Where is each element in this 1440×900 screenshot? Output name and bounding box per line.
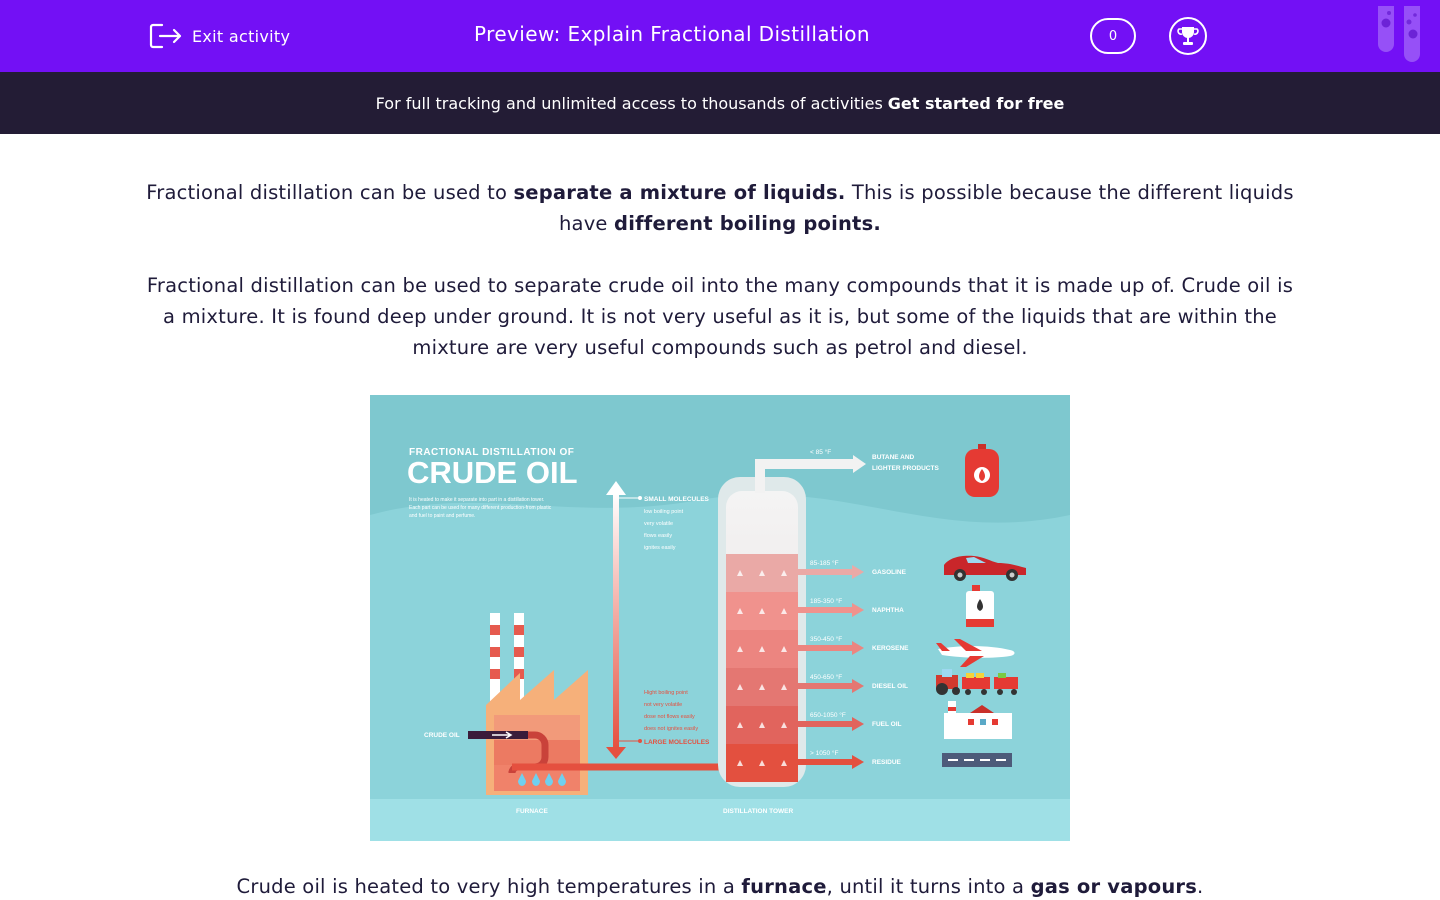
fraction-name-label: NAPHTHA xyxy=(872,607,904,614)
signup-banner: For full tracking and unlimited access t… xyxy=(0,72,1440,134)
large-prop-3: dose not flows easily xyxy=(644,714,695,720)
top-product-temp: < 85 °F xyxy=(810,448,831,456)
banner-text: For full tracking and unlimited access t… xyxy=(375,93,883,113)
p3-text-a: Crude oil is heated to very high tempera… xyxy=(236,875,742,898)
p1-text-a: Fractional distillation can be used to xyxy=(146,181,514,204)
asphalt-road-icon xyxy=(942,753,1012,767)
crude-oil-distillation-infographic: FRACTIONAL DISTILLATION OF CRUDE OIL It … xyxy=(370,395,1070,841)
page-title: Preview: Explain Fractional Distillation xyxy=(474,22,870,46)
ig-title-big: CRUDE OIL xyxy=(407,455,578,490)
crude-oil-paragraph: Fractional distillation can be used to s… xyxy=(146,274,1294,359)
p3-bold-furnace: furnace xyxy=(741,875,827,898)
fraction-temp-label: 450-650 °F xyxy=(810,673,842,681)
get-started-link[interactable]: Get started for free xyxy=(888,94,1065,113)
fraction-temp-label: 650-1050 °F xyxy=(810,711,846,719)
fraction-name-label: GASOLINE xyxy=(872,569,907,576)
trophy-icon xyxy=(1177,27,1199,45)
top-product-name-line-1: BUTANE AND xyxy=(872,454,915,461)
ground-strip xyxy=(370,799,1070,841)
p1-bold-boiling-points: different boiling points. xyxy=(614,212,881,235)
fraction-name-label: KEROSENE xyxy=(872,645,909,652)
test-tubes-logo-icon xyxy=(1378,6,1420,62)
small-prop-2: very volatile xyxy=(644,521,673,527)
large-prop-1: Hight boiling point xyxy=(644,690,688,696)
distillation-tower-label: DISTILLATION TOWER xyxy=(723,808,793,815)
small-prop-4: ignites easily xyxy=(644,545,676,551)
fraction-temp-label: > 1050 °F xyxy=(810,749,838,757)
small-prop-3: flows easily xyxy=(644,533,672,539)
furnace-label: FURNACE xyxy=(516,808,548,815)
large-prop-2: not very volatile xyxy=(644,702,682,708)
fraction-temp-label: 350-450 °F xyxy=(810,635,842,643)
top-product-name-line-2: LIGHTER PRODUCTS xyxy=(872,465,939,472)
fraction-name-label: DIESEL OIL xyxy=(872,683,908,690)
ig-desc-line-2: Each part can be used for many different… xyxy=(409,505,552,511)
fraction-name-label: FUEL OIL xyxy=(872,721,902,728)
furnace-paragraph: Crude oil is heated to very high tempera… xyxy=(140,871,1300,900)
naphtha-can-icon xyxy=(966,585,994,627)
trophy-button[interactable] xyxy=(1169,17,1207,55)
p3-text-c: , until it turns into a xyxy=(826,875,1031,898)
fraction-temp-label: 85-185 °F xyxy=(810,559,839,567)
p3-bold-gas-or-vapours: gas or vapours xyxy=(1030,875,1198,898)
fraction-temp-label: 185-350 °F xyxy=(810,597,842,605)
intro-paragraph: Fractional distillation can be used to s… xyxy=(140,177,1300,239)
crude-oil-input-label: CRUDE OIL xyxy=(424,732,460,739)
gas-cylinder-icon xyxy=(965,444,999,497)
top-bar: Exit activity Preview: Explain Fractiona… xyxy=(0,0,1440,72)
score-badge: 0 xyxy=(1090,18,1136,54)
large-molecules-label: LARGE MOLECULES xyxy=(644,739,710,746)
ig-desc-line-1: It is heated to make it separate into pa… xyxy=(409,497,544,503)
fraction-name-label: RESIDUE xyxy=(872,759,902,766)
ig-desc-line-3: and fuel to paint and perfume. xyxy=(409,513,475,519)
small-molecules-label: SMALL MOLECULES xyxy=(644,496,710,503)
small-prop-1: low boiling point xyxy=(644,509,684,515)
p1-bold-separate-mixture: separate a mixture of liquids. xyxy=(513,181,846,204)
large-prop-4: does not ignites easily xyxy=(644,726,698,732)
p3-text-e: . xyxy=(1197,875,1204,898)
